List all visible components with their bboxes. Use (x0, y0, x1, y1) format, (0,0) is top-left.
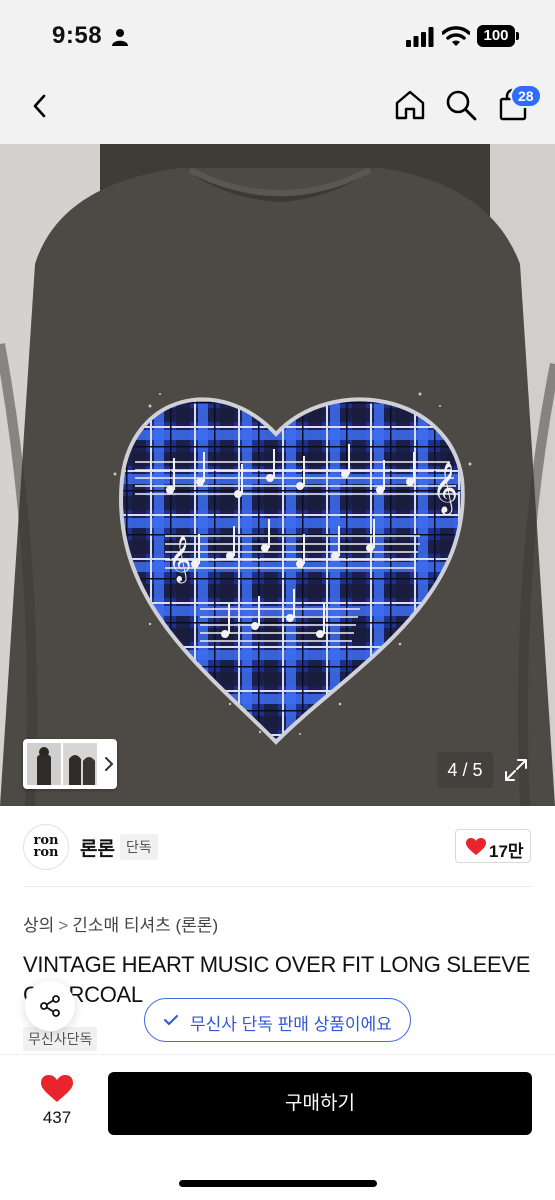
home-icon[interactable] (393, 88, 427, 122)
cellular-signal-icon (406, 27, 434, 47)
exclusive-tag: 단독 (120, 834, 158, 860)
nav-bar: 28 (0, 72, 555, 144)
heart-icon (466, 838, 486, 855)
buy-button[interactable]: 구매하기 (108, 1072, 532, 1135)
share-button[interactable] (25, 981, 75, 1031)
brand-logo[interactable]: ron ron (23, 824, 69, 870)
back-icon[interactable] (28, 90, 52, 122)
person-icon (112, 29, 128, 46)
brand-like-count: 17만 (489, 842, 524, 861)
home-indicator (179, 1180, 377, 1187)
expand-icon[interactable] (500, 754, 532, 786)
brand-name[interactable]: 론론 (80, 834, 115, 861)
thumbnail-strip[interactable] (23, 739, 117, 789)
exclusive-toast: 무신사 단독 판매 상품이에요 (144, 998, 411, 1042)
wishlist-heart-icon[interactable] (41, 1075, 73, 1103)
breadcrumb-category[interactable]: 상의 (23, 916, 54, 935)
musinsa-exclusive-tag: 무신사단독 (23, 1027, 98, 1051)
wishlist-count: 437 (42, 1108, 72, 1127)
share-icon (40, 995, 60, 1017)
svg-text:𝄞: 𝄞 (432, 462, 458, 515)
chevron-right-icon[interactable] (103, 755, 115, 773)
cart-count-badge: 28 (510, 84, 542, 108)
thumbnail-1[interactable] (27, 743, 61, 785)
image-page-indicator: 4 / 5 (437, 752, 493, 788)
svg-text:𝄞: 𝄞 (168, 536, 192, 584)
divider (23, 886, 533, 887)
check-icon (164, 1015, 178, 1025)
breadcrumb-subcategory[interactable]: 긴소매 티셔츠 (론론) (72, 916, 218, 935)
brand-like-button[interactable]: 17만 (455, 829, 531, 863)
breadcrumb-separator: > (58, 916, 69, 935)
thumbnail-2[interactable] (63, 743, 97, 785)
battery-level: 100 (477, 25, 515, 47)
search-icon[interactable] (444, 88, 478, 122)
breadcrumb: 상의 > 긴소매 티셔츠 (론론) (23, 911, 218, 936)
status-bar: 9:58 100 (0, 0, 555, 72)
status-time: 9:58 (52, 22, 103, 49)
wifi-icon (442, 26, 470, 46)
toast-text: 무신사 단독 판매 상품이에요 (190, 1015, 392, 1034)
battery-icon: 100 (477, 25, 519, 47)
product-image[interactable]: 𝄞 𝄞 (0, 144, 555, 806)
